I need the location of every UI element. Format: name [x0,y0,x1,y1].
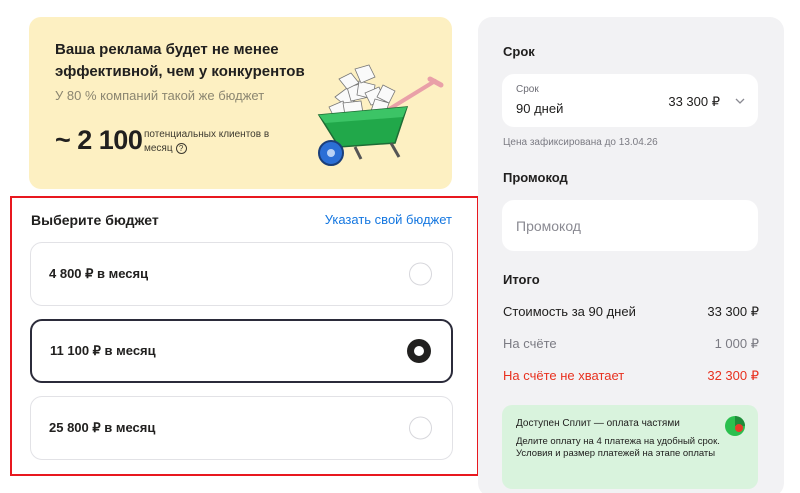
term-select-price: 33 300 ₽ [668,94,720,109]
custom-budget-link[interactable]: Указать свой бюджет [325,212,452,227]
split-title: Доступен Сплит — оплата частями [516,418,680,429]
balance-label: На счёте [503,336,557,351]
budget-option-4800[interactable]: 4 800 ₽ в месяц [30,242,453,306]
clients-note-text: потенциальных клиентов в месяц [144,129,270,154]
promo-banner: Ваша реклама будет не менее эффективной,… [29,17,452,189]
balance-value: 1 000 ₽ [714,336,759,351]
budget-title: Выберите бюджет [31,212,159,228]
budget-selector: Выберите бюджет Указать свой бюджет 4 80… [10,196,479,476]
clients-count: ~ 2 100 [55,125,143,155]
promo-subtitle: У 80 % компаний такой же бюджет [55,88,265,103]
budget-option-25800[interactable]: 25 800 ₽ в месяц [30,396,453,460]
radio-button-selected[interactable] [407,339,431,363]
promo-title: Ваша реклама будет не менее эффективной,… [55,41,305,80]
term-select-value: 90 дней [516,101,564,116]
help-icon[interactable]: ? [175,142,187,154]
wheelbarrow-illustration [317,64,444,166]
budget-option-label: 11 100 ₽ в месяц [50,343,156,358]
promocode-input[interactable] [502,200,758,251]
budget-option-11100[interactable]: 11 100 ₽ в месяц [30,319,453,383]
page: Ваша реклама будет не менее эффективной,… [0,0,800,493]
chevron-down-icon [735,98,745,104]
radio-button[interactable] [409,262,432,286]
summary-panel: Срок Срок 90 дней 33 300 ₽ Цена зафиксир… [478,17,784,493]
split-logo-icon [725,416,745,436]
total-heading: Итого [503,272,540,287]
split-description: Делите оплату на 4 платежа на удобный ср… [516,436,720,459]
budget-option-label: 4 800 ₽ в месяц [49,266,149,281]
price-fixed-note: Цена зафиксирована до 13.04.26 [503,137,658,148]
shortfall-value: 32 300 ₽ [707,368,759,383]
promocode-heading: Промокод [503,170,568,185]
term-select[interactable]: Срок 90 дней 33 300 ₽ [502,74,758,127]
radio-button[interactable] [409,416,432,440]
shortfall-label: На счёте не хватает [503,368,625,383]
clients-note: потенциальных клиентов в месяц? [144,128,274,156]
cost-label: Стоимость за 90 дней [503,304,636,319]
term-select-caption: Срок [516,84,539,95]
term-heading: Срок [503,44,535,59]
budget-option-label: 25 800 ₽ в месяц [49,420,156,435]
split-payment-card[interactable]: Доступен Сплит — оплата частями Делите о… [502,405,758,489]
cost-value: 33 300 ₽ [707,304,759,319]
